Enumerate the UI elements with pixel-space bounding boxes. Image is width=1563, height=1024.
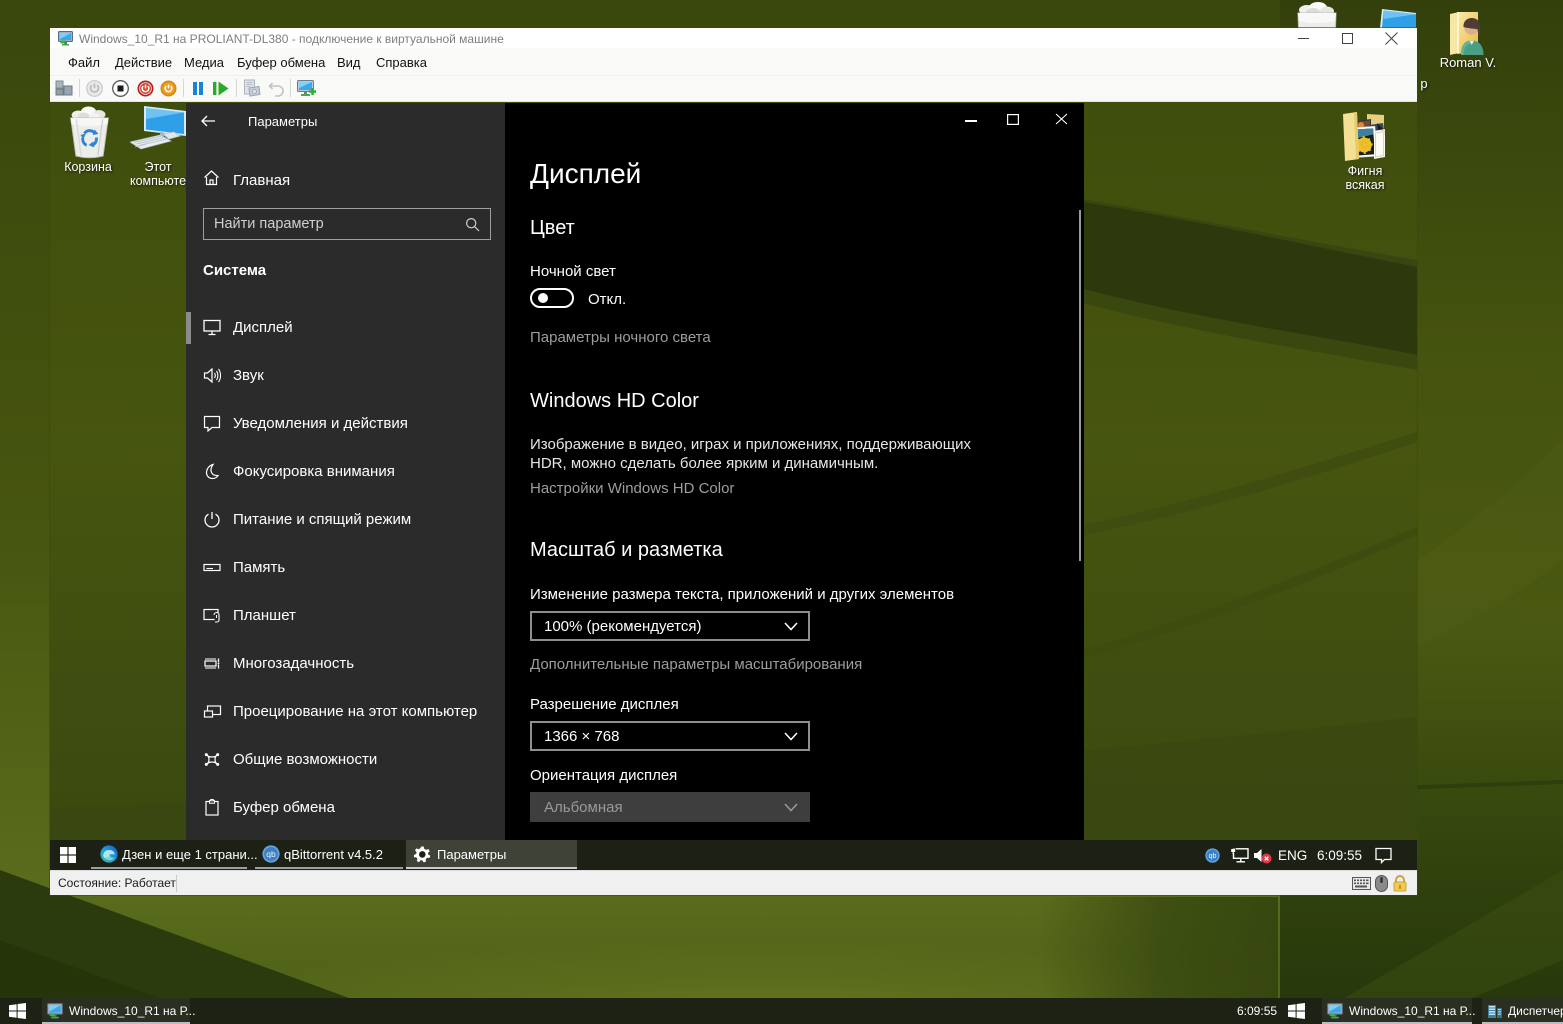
svg-text:qb: qb xyxy=(1209,852,1217,860)
svg-text:qb: qb xyxy=(266,849,276,859)
